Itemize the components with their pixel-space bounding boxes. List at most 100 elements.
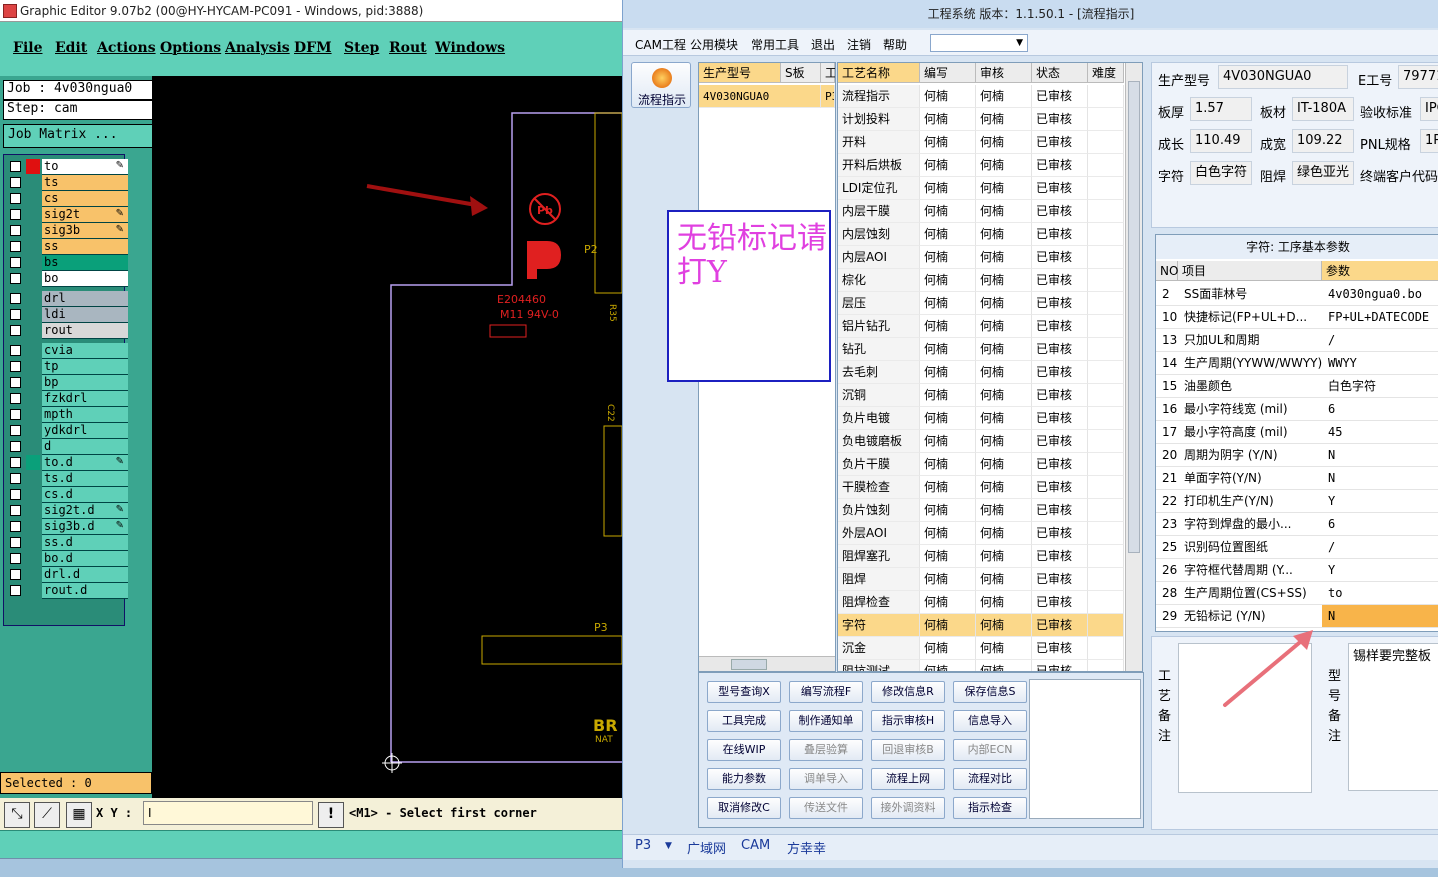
process-name-cell[interactable]: 沉金: [838, 637, 920, 660]
layer-checkbox[interactable]: [10, 177, 21, 188]
writer-cell[interactable]: 何楠: [920, 407, 976, 430]
menu-edit[interactable]: Edit: [55, 40, 87, 56]
reviewer-cell[interactable]: 何楠: [976, 499, 1032, 522]
param-value-cell[interactable]: 6: [1322, 513, 1438, 536]
process-name-cell[interactable]: 阻焊塞孔: [838, 545, 920, 568]
xy-input[interactable]: I: [143, 801, 313, 825]
menu-step[interactable]: Step: [344, 40, 379, 56]
layer-checkbox[interactable]: [10, 161, 21, 172]
param-no-cell[interactable]: 29: [1156, 605, 1178, 628]
param-no-cell[interactable]: 13: [1156, 329, 1178, 352]
field-e-number[interactable]: 79771: [1398, 65, 1438, 89]
status-cell[interactable]: 已审核: [1032, 177, 1088, 200]
layer-checkbox[interactable]: [10, 409, 21, 420]
process-name-cell[interactable]: 流程指示: [838, 85, 920, 108]
layer-checkbox[interactable]: [10, 569, 21, 580]
layer-row-sig3b[interactable]: sig3b ✎: [8, 223, 128, 239]
reviewer-cell[interactable]: 何楠: [976, 476, 1032, 499]
action-button-13[interactable]: 调单导入: [789, 768, 863, 790]
process-name-cell[interactable]: 开料后烘板: [838, 154, 920, 177]
layer-checkbox[interactable]: [10, 193, 21, 204]
layer-row-to[interactable]: to ✎: [8, 159, 128, 175]
process-name-cell[interactable]: 去毛刺: [838, 361, 920, 384]
layer-checkbox[interactable]: [10, 257, 21, 268]
difficulty-cell[interactable]: [1088, 177, 1124, 200]
difficulty-cell[interactable]: [1088, 407, 1124, 430]
layer-row-ss.d[interactable]: ss.d: [8, 535, 128, 551]
reviewer-cell[interactable]: 何楠: [976, 568, 1032, 591]
writer-cell[interactable]: 何楠: [920, 545, 976, 568]
param-value-cell[interactable]: /: [1322, 329, 1438, 352]
menu-combo[interactable]: ▼: [930, 34, 1028, 52]
param-item-cell[interactable]: 最小字符高度 (mil): [1178, 421, 1322, 444]
writer-cell[interactable]: 何楠: [920, 637, 976, 660]
writer-cell[interactable]: 何楠: [920, 223, 976, 246]
layer-checkbox[interactable]: [10, 209, 21, 220]
process-name-cell[interactable]: 负片蚀刻: [838, 499, 920, 522]
field-standard[interactable]: IPC: [1420, 97, 1438, 121]
param-no-cell[interactable]: 22: [1156, 490, 1178, 513]
layer-checkbox[interactable]: [10, 585, 21, 596]
layer-row-fzkdrl[interactable]: fzkdrl: [8, 391, 128, 407]
writer-cell[interactable]: 何楠: [920, 499, 976, 522]
layer-row-sig2t.d[interactable]: sig2t.d ✎: [8, 503, 128, 519]
writer-cell[interactable]: 何楠: [920, 131, 976, 154]
model-note-field[interactable]: 锡样要完整板: [1348, 643, 1438, 791]
action-button-9[interactable]: 叠层验算: [789, 739, 863, 761]
status-cell[interactable]: 已审核: [1032, 453, 1088, 476]
action-button-11[interactable]: 内部ECN: [953, 739, 1027, 761]
layer-row-bo[interactable]: bo: [8, 271, 128, 287]
param-value-cell[interactable]: N: [1322, 605, 1438, 628]
action-button-4[interactable]: 工具完成: [707, 710, 781, 732]
process-name-cell[interactable]: 钻孔: [838, 338, 920, 361]
difficulty-cell[interactable]: [1088, 522, 1124, 545]
reviewer-cell[interactable]: 何楠: [976, 292, 1032, 315]
param-value-cell[interactable]: 45: [1322, 421, 1438, 444]
status-cell[interactable]: 已审核: [1032, 614, 1088, 637]
layer-checkbox[interactable]: [10, 425, 21, 436]
status-cell[interactable]: 已审核: [1032, 476, 1088, 499]
status-cell[interactable]: 已审核: [1032, 591, 1088, 614]
param-item-cell[interactable]: 生产周期位置(CS+SS): [1178, 582, 1322, 605]
layer-checkbox[interactable]: [10, 225, 21, 236]
difficulty-cell[interactable]: [1088, 637, 1124, 660]
layer-checkbox[interactable]: [10, 521, 21, 532]
field-material[interactable]: IT-180A: [1292, 97, 1354, 121]
param-item-cell[interactable]: 最小字符线宽 (mil): [1178, 398, 1322, 421]
menu-public[interactable]: 公用模块: [690, 36, 738, 53]
select-tool-icon[interactable]: ⤡: [4, 802, 30, 828]
writer-cell[interactable]: 何楠: [920, 315, 976, 338]
difficulty-cell[interactable]: [1088, 200, 1124, 223]
writer-cell[interactable]: 何楠: [920, 660, 976, 671]
layer-name[interactable]: tp: [42, 359, 128, 375]
layer-checkbox[interactable]: [10, 377, 21, 388]
reviewer-cell[interactable]: 何楠: [976, 85, 1032, 108]
writer-cell[interactable]: 何楠: [920, 453, 976, 476]
reviewer-cell[interactable]: 何楠: [976, 315, 1032, 338]
menu-windows[interactable]: Windows: [435, 40, 505, 56]
layer-name[interactable]: bo.d: [42, 551, 128, 567]
layer-name[interactable]: drl.d: [42, 567, 128, 583]
layer-name[interactable]: cs: [42, 191, 128, 207]
reviewer-cell[interactable]: 何楠: [976, 108, 1032, 131]
param-item-cell[interactable]: 快捷标记(FP+UL+D...: [1178, 306, 1322, 329]
difficulty-cell[interactable]: [1088, 223, 1124, 246]
col-difficulty[interactable]: 难度: [1088, 63, 1124, 83]
reviewer-cell[interactable]: 何楠: [976, 338, 1032, 361]
status-cell[interactable]: 已审核: [1032, 545, 1088, 568]
difficulty-cell[interactable]: [1088, 131, 1124, 154]
reviewer-cell[interactable]: 何楠: [976, 637, 1032, 660]
writer-cell[interactable]: 何楠: [920, 591, 976, 614]
param-value-cell[interactable]: 6: [1322, 398, 1438, 421]
reviewer-cell[interactable]: 何楠: [976, 384, 1032, 407]
layer-row-d[interactable]: d: [8, 439, 128, 455]
action-button-1[interactable]: 编写流程F: [789, 681, 863, 703]
graphic-canvas[interactable]: Pb E204460 M11 94V-0 P2 P3 R35 C22 BR NA…: [152, 76, 622, 798]
param-no-cell[interactable]: 17: [1156, 421, 1178, 444]
layer-row-drl.d[interactable]: drl.d: [8, 567, 128, 583]
layer-row-bs[interactable]: bs: [8, 255, 128, 271]
param-no-cell[interactable]: 15: [1156, 375, 1178, 398]
difficulty-cell[interactable]: [1088, 108, 1124, 131]
action-button-19[interactable]: 指示检查: [953, 797, 1027, 819]
difficulty-cell[interactable]: [1088, 85, 1124, 108]
